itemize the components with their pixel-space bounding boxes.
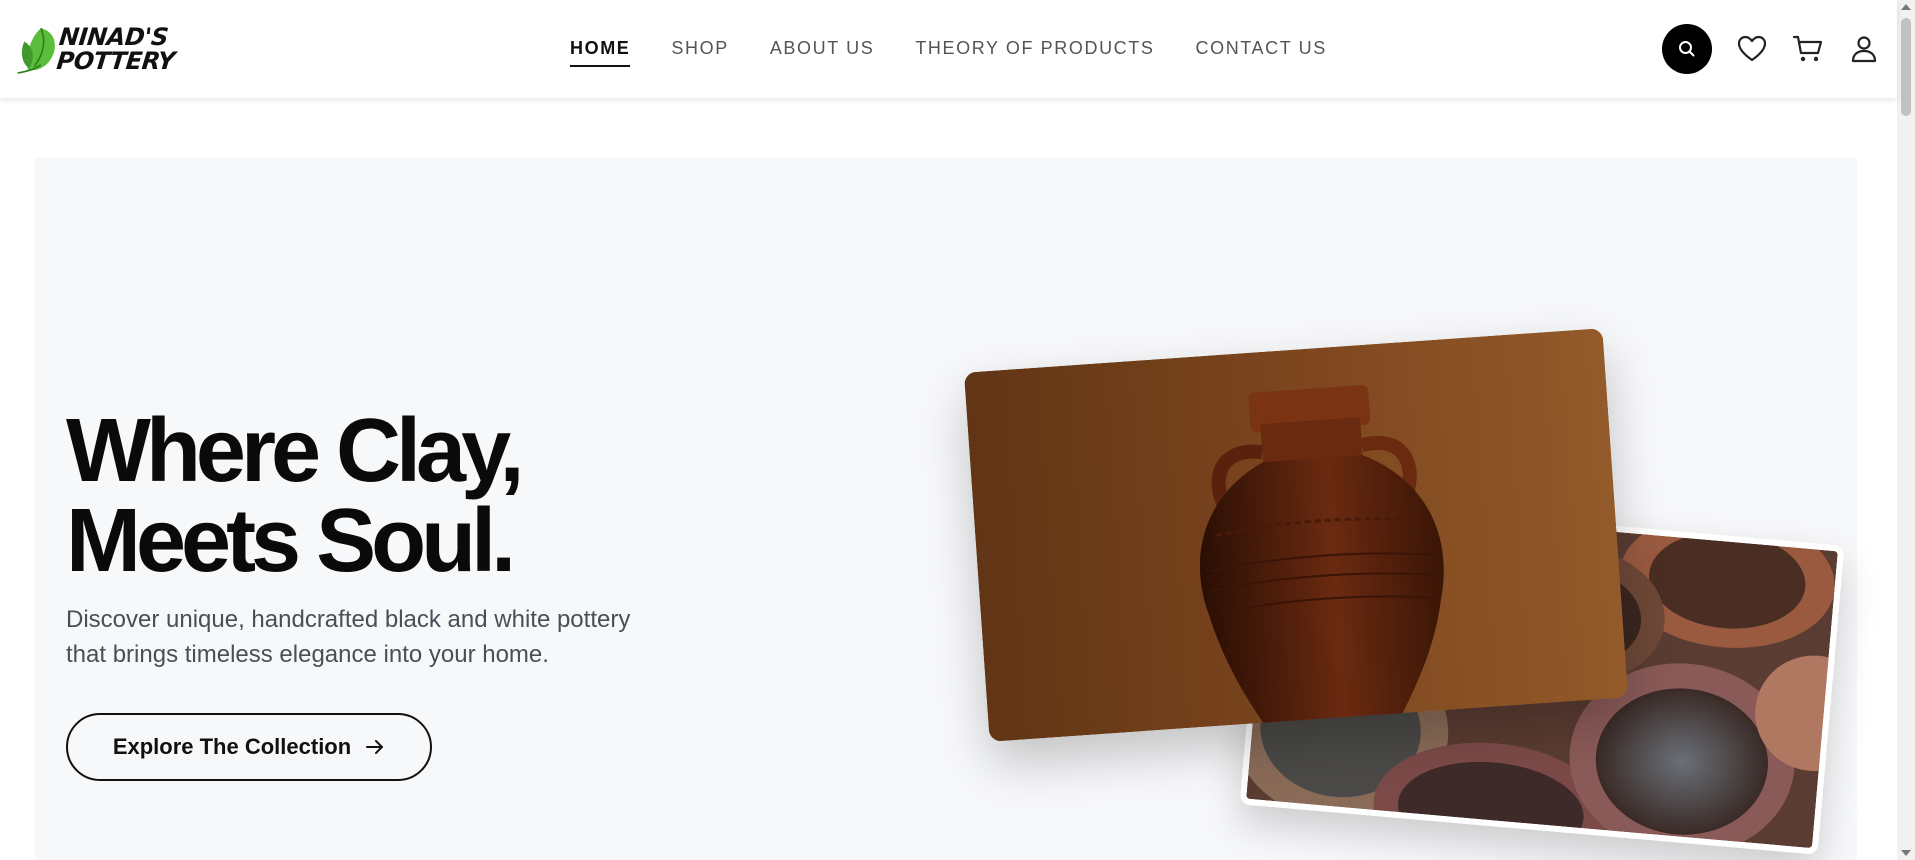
clay-vase-photo <box>963 328 1629 742</box>
heart-icon <box>1737 35 1767 62</box>
hero-title: Where Clay, Meets Soul. <box>66 401 525 591</box>
user-icon <box>1851 36 1877 63</box>
cart-icon <box>1792 35 1823 62</box>
cta-label: Explore The Collection <box>112 734 352 759</box>
nav-shop[interactable]: SHOP <box>671 38 728 67</box>
arrow-right-icon <box>366 740 384 754</box>
nav-home[interactable]: HOME <box>570 38 631 67</box>
explore-collection-button[interactable]: Explore The Collection <box>66 713 432 781</box>
cart-button[interactable] <box>1780 24 1836 74</box>
account-button[interactable] <box>1836 24 1892 74</box>
nav-about-us[interactable]: ABOUT US <box>770 38 875 67</box>
site-header: NINAD'S POTTERY HOME SHOP ABOUT US THEOR… <box>0 0 1897 98</box>
main-nav: HOME SHOP ABOUT US THEORY OF PRODUCTS CO… <box>570 38 1327 67</box>
scroll-down-arrow-icon[interactable] <box>1901 850 1911 856</box>
hero-subtitle: Discover unique, handcrafted black and w… <box>66 606 631 668</box>
header-actions <box>1662 24 1892 74</box>
nav-contact-us[interactable]: CONTACT US <box>1196 38 1327 67</box>
nav-theory-of-products[interactable]: THEORY OF PRODUCTS <box>915 38 1154 67</box>
scroll-thumb[interactable] <box>1901 18 1911 116</box>
page-scrollbar[interactable] <box>1897 0 1915 860</box>
site-logo[interactable]: NINAD'S POTTERY <box>16 18 176 80</box>
search-button[interactable] <box>1662 24 1712 74</box>
wishlist-button[interactable] <box>1724 24 1780 74</box>
search-icon <box>1679 41 1695 57</box>
logo-text: NINAD'S POTTERY <box>55 23 177 75</box>
scroll-up-arrow-icon[interactable] <box>1901 4 1911 10</box>
